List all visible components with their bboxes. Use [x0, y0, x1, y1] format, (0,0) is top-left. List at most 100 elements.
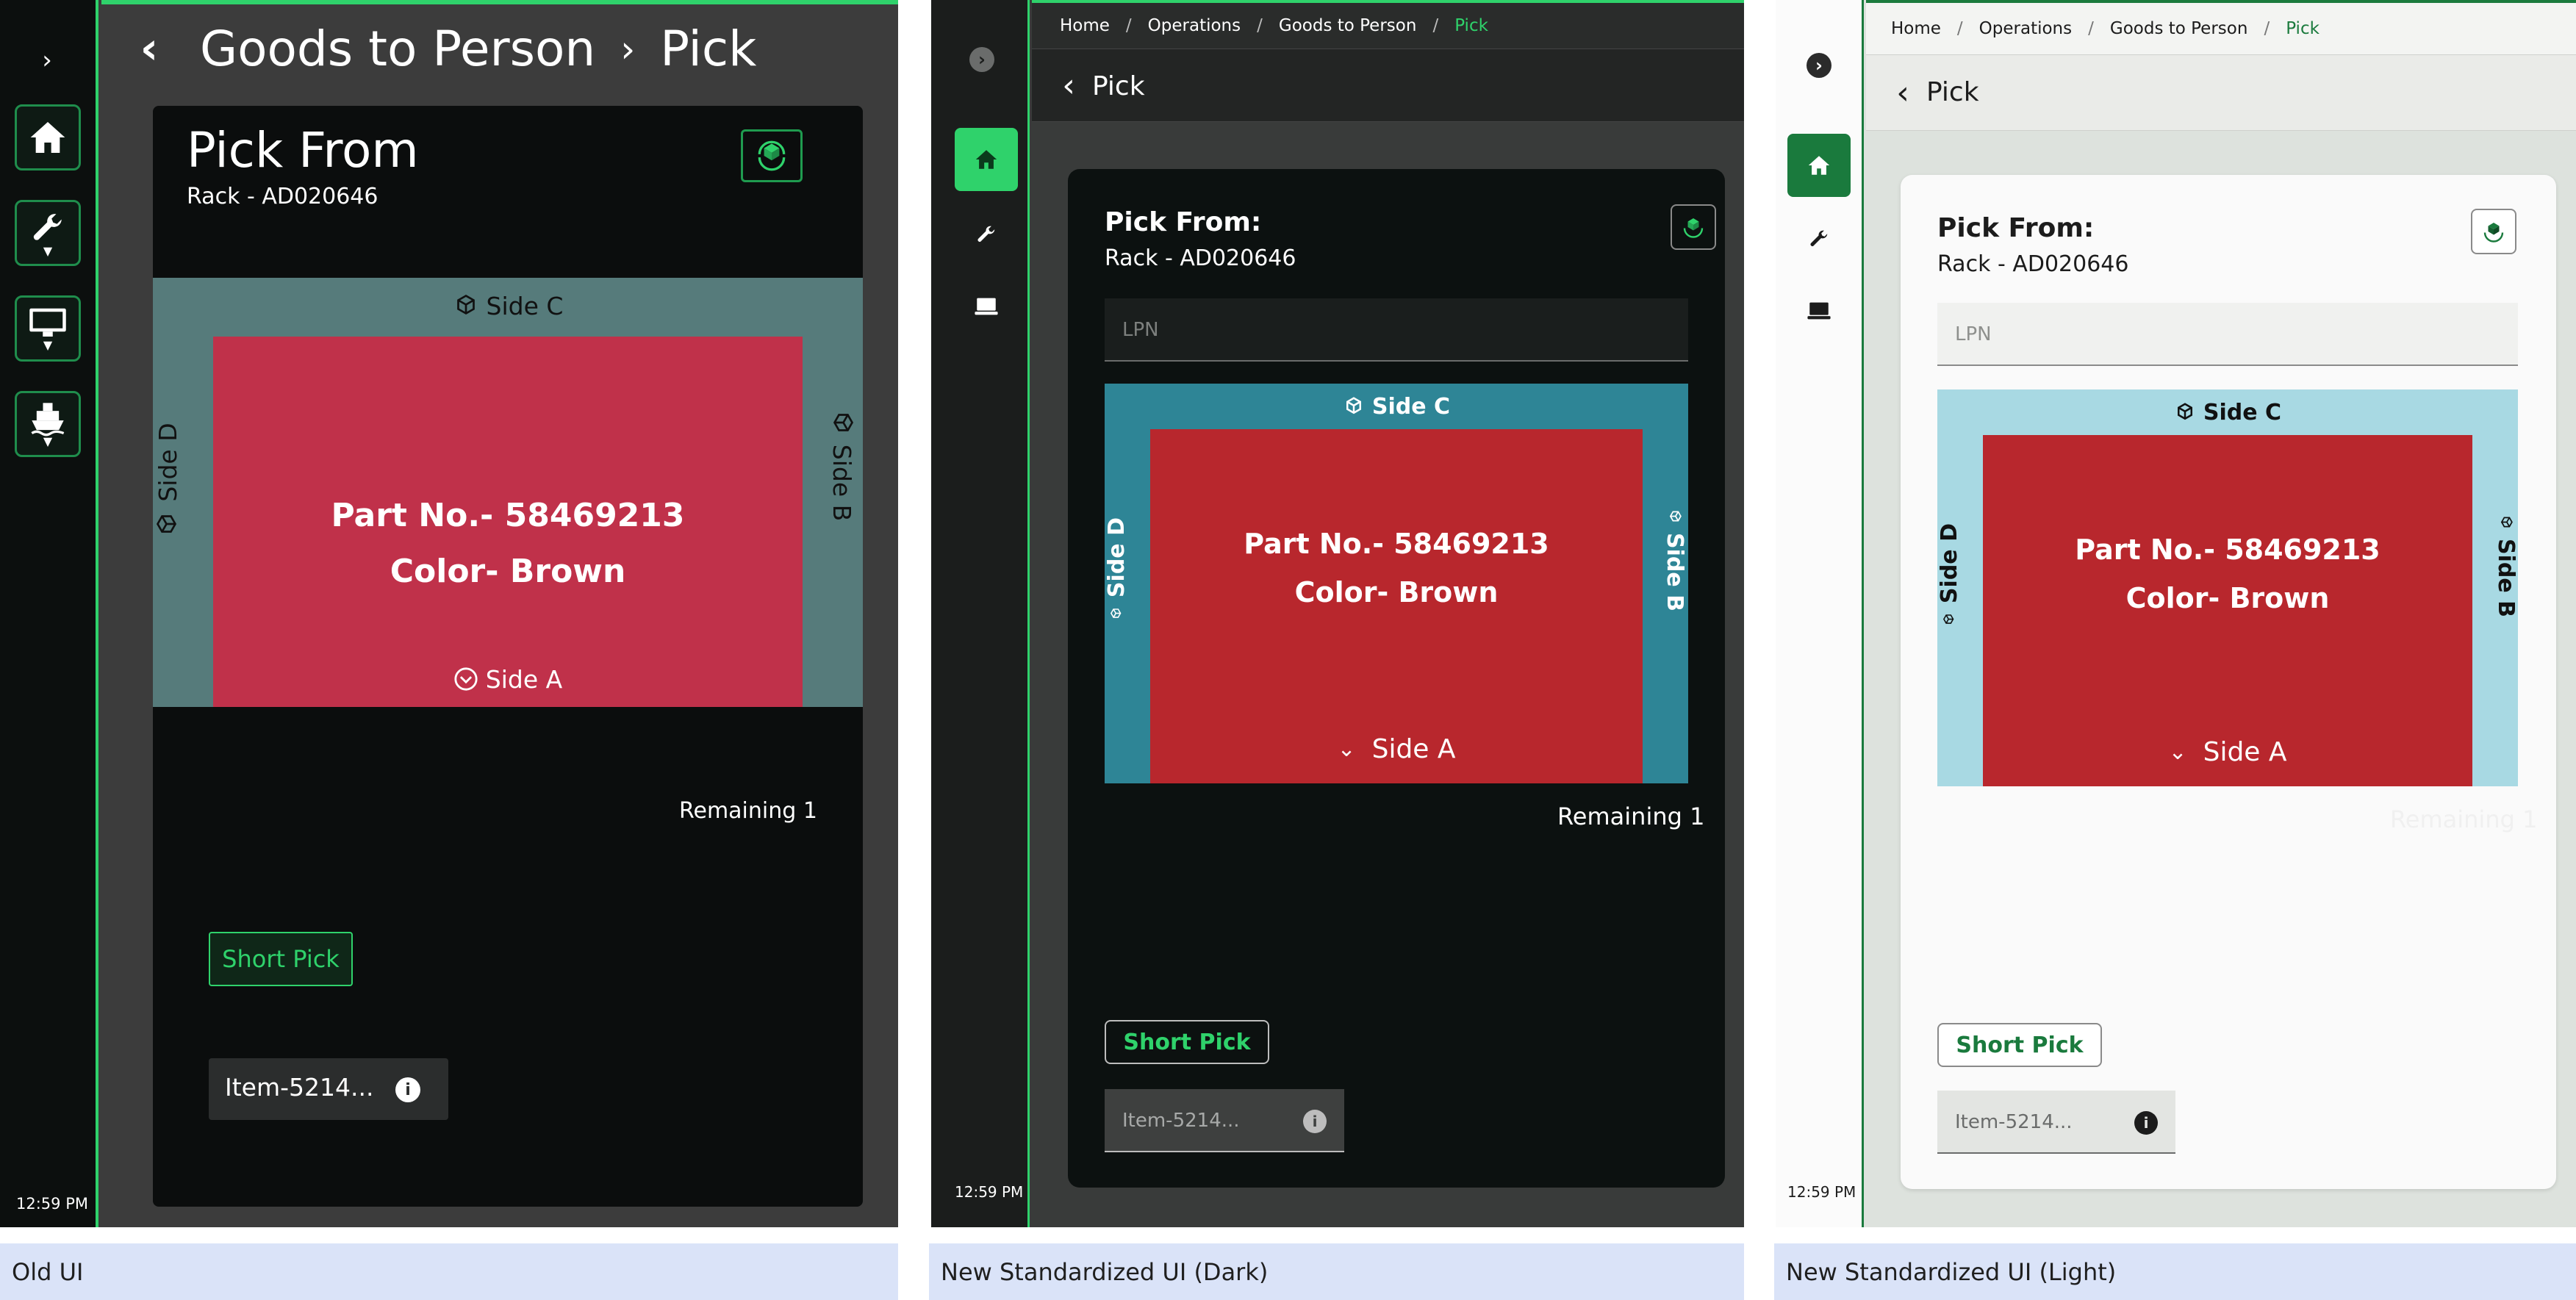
- ship-icon: [31, 403, 65, 437]
- short-pick-button[interactable]: Short Pick: [209, 932, 353, 986]
- sidebar-item-home[interactable]: [15, 104, 81, 170]
- back-chevron-icon[interactable]: ‹: [1054, 67, 1083, 104]
- title-bar: ‹ Pick: [1866, 54, 2576, 131]
- sidebar-item-ship[interactable]: ▼: [15, 391, 81, 457]
- sidebar-item-monitor[interactable]: ▼: [15, 295, 81, 362]
- sidebar-item-tools[interactable]: [1802, 222, 1836, 256]
- side-b-label[interactable]: Side B: [1659, 509, 1691, 611]
- item-field[interactable]: Item-5214... i: [209, 1058, 448, 1120]
- chevron-down-icon: ▼: [43, 338, 53, 352]
- rotate-cube-icon: [1683, 218, 1704, 238]
- breadcrumb-goods-to-person[interactable]: Goods to Person: [2110, 19, 2248, 38]
- part-number: Part No.- 58469213: [1244, 528, 1549, 560]
- breadcrumb-separator: /: [1432, 16, 1439, 35]
- side-d-label[interactable]: Side D: [149, 421, 186, 539]
- chevron-down-icon: ▼: [43, 434, 53, 448]
- side-c-label[interactable]: Side C: [153, 288, 863, 323]
- dark-ui-panel: › 12:59 PM Home / Operations / Goods to …: [931, 0, 1744, 1227]
- info-icon[interactable]: i: [1303, 1110, 1327, 1133]
- old-header: ‹ Goods to Person › Pick: [101, 0, 898, 94]
- part-color: Color- Brown: [2125, 582, 2330, 614]
- rotate-cube-icon: [758, 140, 786, 171]
- side-c-label[interactable]: Side C: [1105, 389, 1688, 423]
- rotate-rack-button[interactable]: [741, 129, 803, 182]
- item-field[interactable]: Item-5214... i: [1937, 1091, 2175, 1154]
- breadcrumb-pick: Pick: [1454, 16, 1488, 35]
- part-number: Part No.- 58469213: [331, 497, 685, 534]
- laptop-icon: [1807, 302, 1831, 320]
- page-title: Pick: [1092, 71, 1145, 101]
- sidebar-item-tools[interactable]: [969, 218, 1003, 251]
- expand-chevron-icon[interactable]: ›: [969, 47, 994, 72]
- wrench-icon: [1810, 230, 1828, 246]
- breadcrumb-separator: /: [1125, 16, 1132, 35]
- title-current: Pick: [660, 21, 757, 77]
- sidebar-item-tools[interactable]: ▼: [15, 200, 81, 266]
- light-ui-panel: › 12:59 PM Home / Operations / Goods to …: [1776, 0, 2576, 1227]
- dark-pick-card: Pick From: Rack - AD020646 LPN Side C Si…: [1068, 169, 1725, 1188]
- info-icon[interactable]: i: [2134, 1111, 2158, 1135]
- side-b-label[interactable]: Side B: [2490, 514, 2522, 617]
- back-chevron-icon[interactable]: ‹: [131, 19, 168, 78]
- rack-label: Rack - AD020646: [1937, 251, 2129, 277]
- remaining-count: Remaining 1: [1557, 802, 1705, 830]
- side-a-label[interactable]: ⌄ Side A: [1983, 733, 2472, 770]
- old-pick-card: Pick From Rack - AD020646 Side C Side D …: [153, 106, 863, 1207]
- breadcrumb: Home / Operations / Goods to Person / Pi…: [1032, 0, 1744, 49]
- breadcrumb-separator: /: [2264, 19, 2270, 38]
- cube-icon: [1110, 608, 1122, 618]
- side-b-label[interactable]: Side B: [824, 406, 861, 524]
- part-color: Color- Brown: [390, 553, 626, 590]
- breadcrumb-operations[interactable]: Operations: [1979, 19, 2072, 38]
- wrench-icon: [977, 226, 995, 242]
- lpn-input[interactable]: LPN: [1937, 303, 2518, 366]
- card-title: Pick From:: [1105, 207, 1262, 237]
- item-value: Item-5214...: [1955, 1111, 2073, 1133]
- rotate-rack-button[interactable]: [1671, 204, 1716, 250]
- part-color: Color- Brown: [1294, 576, 1499, 608]
- old-ui-panel: › ▼ ▼ ▼ 12:59 PM ‹ Goods to Person › Pic…: [0, 0, 898, 1227]
- breadcrumb-goods-to-person[interactable]: Goods to Person: [1279, 16, 1417, 35]
- expand-chevron-icon[interactable]: ›: [1807, 53, 1831, 78]
- cube-icon: [1942, 614, 1954, 624]
- info-icon[interactable]: i: [395, 1077, 420, 1102]
- caption-old-ui: Old UI: [0, 1243, 898, 1300]
- sidebar-item-laptop[interactable]: [1802, 294, 1836, 328]
- cube-icon: [1346, 397, 1361, 414]
- home-icon: [30, 122, 65, 153]
- lpn-input[interactable]: LPN: [1105, 298, 1688, 362]
- sidebar-item-home[interactable]: [1787, 134, 1851, 197]
- caption-light-ui: New Standardized UI (Light): [1774, 1243, 2576, 1300]
- item-field[interactable]: Item-5214... i: [1105, 1089, 1344, 1152]
- back-chevron-icon[interactable]: ‹: [1888, 74, 1917, 112]
- short-pick-button[interactable]: Short Pick: [1105, 1020, 1269, 1064]
- breadcrumb-operations[interactable]: Operations: [1148, 16, 1241, 35]
- side-a-label[interactable]: Side A: [213, 661, 803, 697]
- side-a-label[interactable]: ⌄ Side A: [1150, 730, 1643, 767]
- side-d-label[interactable]: Side D: [1100, 517, 1133, 620]
- dark-sidebar: › 12:59 PM: [931, 0, 1030, 1227]
- short-pick-button[interactable]: Short Pick: [1937, 1023, 2102, 1067]
- bin-cell[interactable]: Part No.- 58469213 Color- Brown Side A: [213, 337, 803, 707]
- rotate-rack-button[interactable]: [2471, 209, 2516, 254]
- bin-cell[interactable]: Part No.- 58469213 Color- Brown ⌄ Side A: [1983, 435, 2472, 786]
- breadcrumb-separator: /: [1956, 19, 1963, 38]
- expand-chevron-icon[interactable]: ›: [31, 44, 63, 76]
- page-title: Goods to Person › Pick: [200, 21, 756, 77]
- sidebar-item-home[interactable]: [955, 128, 1018, 191]
- item-value: Item-5214...: [225, 1073, 374, 1102]
- sidebar-item-laptop[interactable]: [969, 290, 1003, 323]
- breadcrumb-home[interactable]: Home: [1060, 16, 1110, 35]
- title-separator: ›: [620, 27, 636, 71]
- cube-icon: [2177, 403, 2192, 420]
- side-d-label[interactable]: Side D: [1933, 523, 1965, 626]
- cube-icon: [456, 294, 475, 315]
- title-goods-to-person[interactable]: Goods to Person: [200, 21, 595, 77]
- bin-cell[interactable]: Part No.- 58469213 Color- Brown ⌄ Side A: [1150, 429, 1643, 783]
- breadcrumb-separator: /: [2088, 19, 2094, 38]
- side-c-label[interactable]: Side C: [1937, 395, 2518, 429]
- breadcrumb-home[interactable]: Home: [1891, 19, 1941, 38]
- lpn-placeholder: LPN: [1955, 323, 1992, 345]
- chevron-down-icon: ▼: [43, 244, 53, 258]
- rack-frame: Side C Side D Side B Part No.- 58469213 …: [1104, 384, 1691, 783]
